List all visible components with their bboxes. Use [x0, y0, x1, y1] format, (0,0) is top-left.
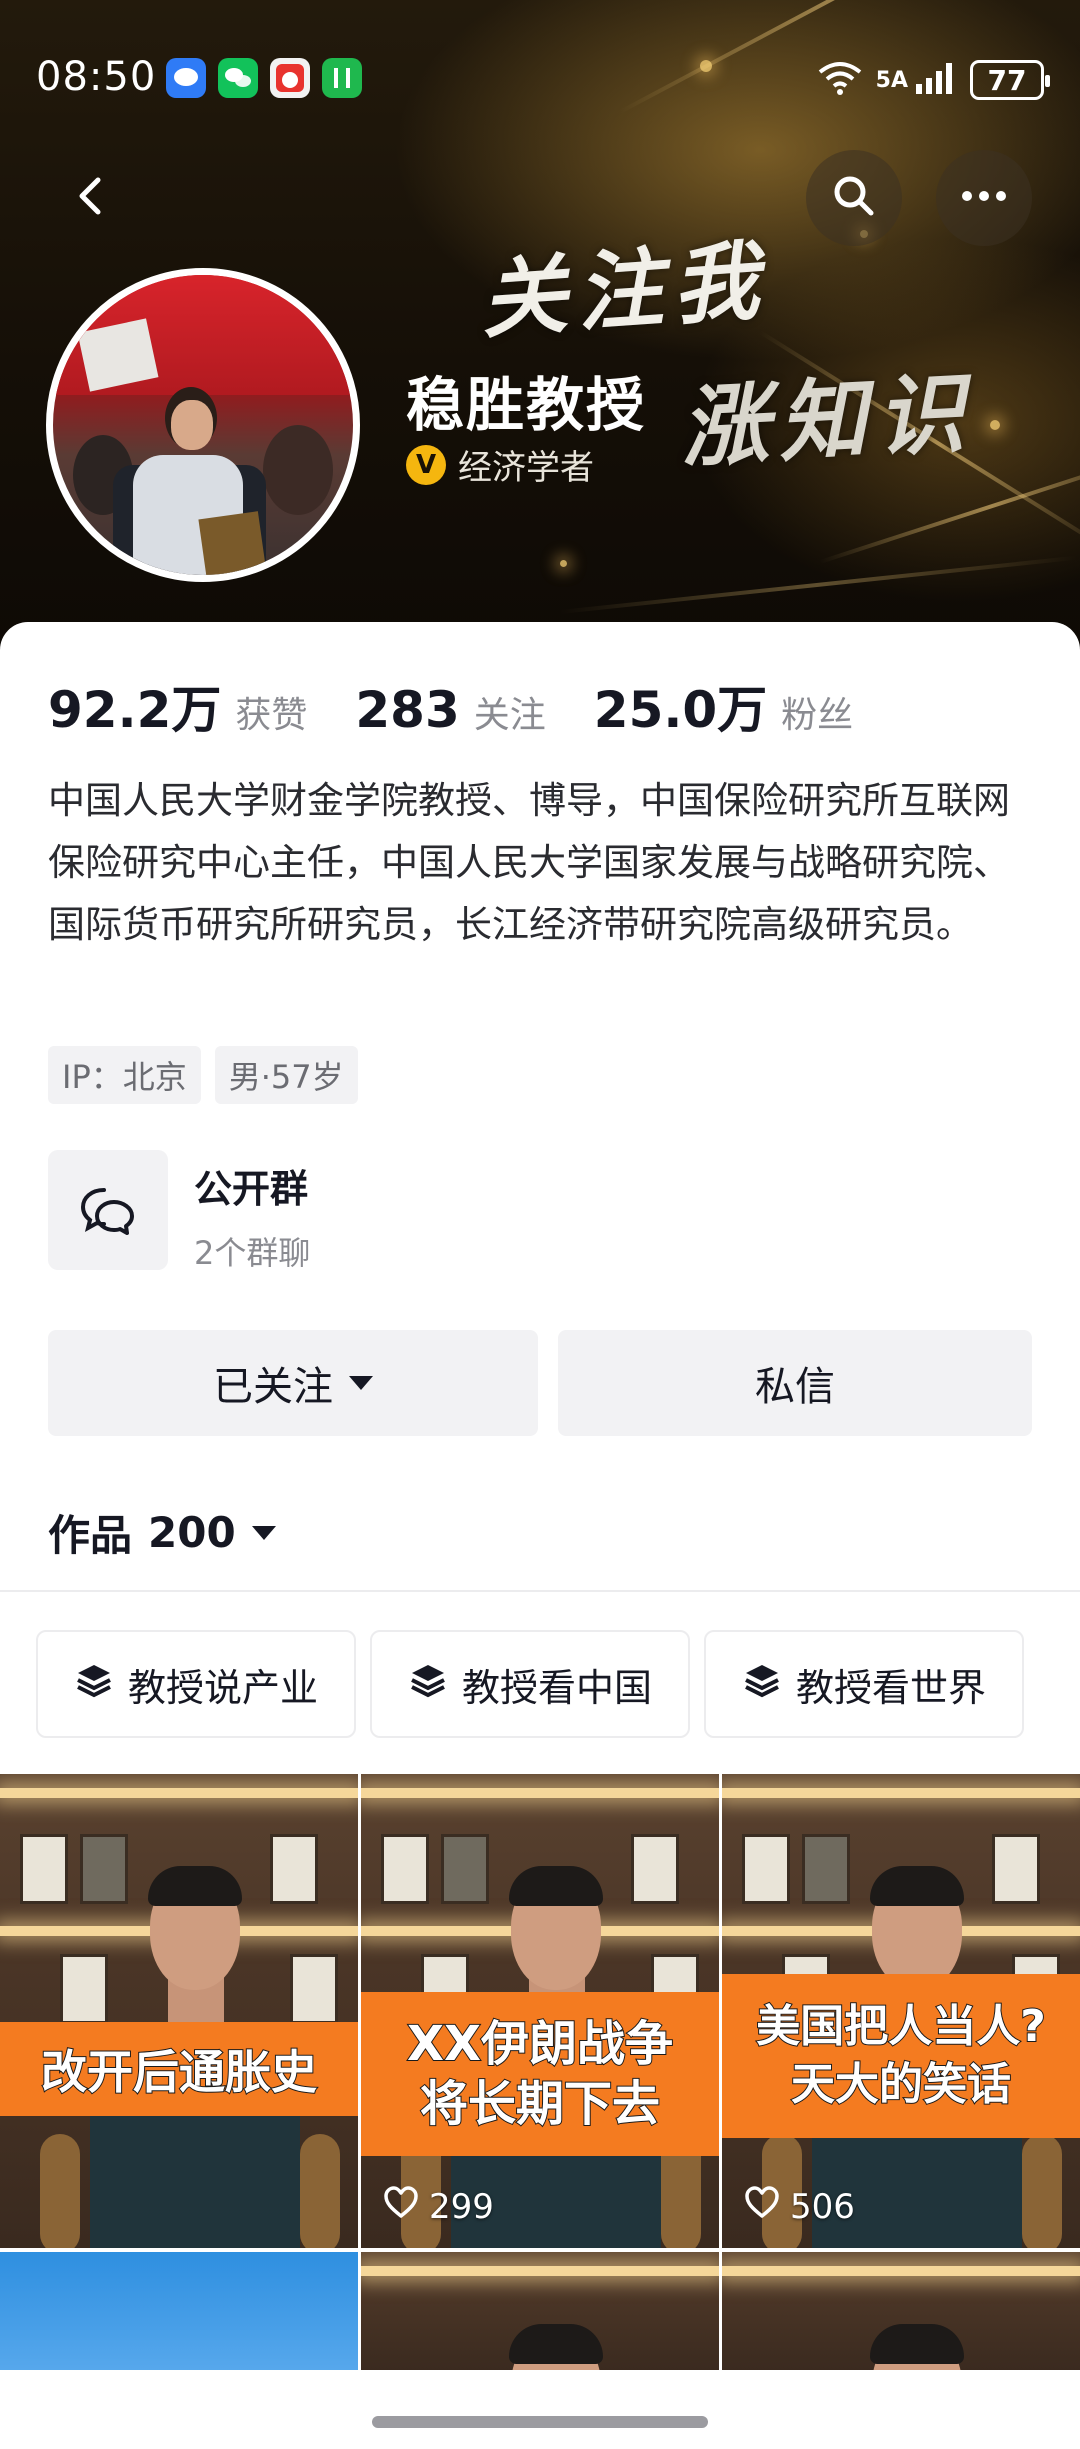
wechat-icon	[218, 58, 258, 98]
collection-label: 教授看中国	[461, 1665, 652, 1710]
verification-text: 经济学者	[458, 448, 594, 488]
avatar[interactable]	[46, 268, 360, 582]
video-thumbnail[interactable]	[361, 2252, 719, 2372]
stat-following-value: 283	[355, 681, 460, 739]
more-dots-icon	[959, 186, 1009, 210]
stat-followers[interactable]: 25.0万 粉丝	[594, 670, 853, 742]
video-likes: 299	[383, 2185, 494, 2228]
video-thumbnail[interactable]: XX伊朗战争 将长期下去 299	[361, 1774, 719, 2248]
stat-followers-label: 粉丝	[781, 695, 854, 736]
wifi-icon	[816, 60, 864, 100]
home-indicator[interactable]	[372, 2416, 708, 2428]
followed-button[interactable]: 已关注	[48, 1330, 538, 1436]
video-thumbnail[interactable]	[722, 2252, 1080, 2372]
stat-likes-value: 92.2万	[48, 681, 222, 739]
video-thumbnail[interactable]: 美国把人当人? 天大的笑话 506	[722, 1774, 1080, 2248]
collection-label: 教授看世界	[795, 1665, 986, 1710]
caret-down-icon	[251, 1525, 276, 1540]
public-group-entry[interactable]: 公开群 2个群聊	[48, 1150, 648, 1272]
sms-app-icon	[322, 58, 362, 98]
back-button[interactable]	[44, 150, 140, 246]
search-icon	[829, 171, 879, 225]
message-app-icon	[166, 58, 206, 98]
verification-row: V 经济学者	[406, 440, 594, 489]
collection-chip[interactable]: 教授看世界	[704, 1630, 1024, 1738]
battery-icon: 77	[970, 60, 1050, 100]
video-caption: XX伊朗战争 将长期下去	[361, 1992, 719, 2156]
stat-likes[interactable]: 92.2万 获赞	[48, 670, 307, 742]
collections-row: 教授说产业 教授看中国 教授看世界	[36, 1630, 1024, 1738]
banner-slogan-line2: 涨知识	[677, 360, 977, 480]
search-button[interactable]	[806, 150, 902, 246]
message-button[interactable]: 私信	[558, 1330, 1032, 1436]
heart-icon	[744, 2185, 780, 2228]
network-type: 5A	[875, 67, 908, 93]
layers-icon	[408, 1660, 448, 1709]
collection-chip[interactable]: 教授看中国	[370, 1630, 690, 1738]
status-time: 08:50	[36, 54, 157, 100]
works-label: 作品	[48, 1511, 133, 1560]
followed-label: 已关注	[213, 1364, 333, 1410]
video-caption: 改开后通胀史	[0, 2022, 358, 2116]
message-label: 私信	[755, 1364, 835, 1410]
collection-label: 教授说产业	[127, 1665, 318, 1710]
video-thumbnail[interactable]: 改开后通胀史	[0, 1774, 358, 2248]
video-thumbnail[interactable]	[0, 2252, 358, 2372]
profile-stats: 92.2万 获赞 283 关注 25.0万 粉丝	[48, 670, 901, 742]
shopping-app-icon	[270, 58, 310, 98]
profile-tags: IP：北京 男·57岁	[48, 1046, 358, 1104]
caret-down-icon	[349, 1376, 373, 1390]
collection-chip[interactable]: 教授说产业	[36, 1630, 356, 1738]
layers-icon	[742, 1660, 782, 1709]
video-caption: 美国把人当人? 天大的笑话	[722, 1974, 1080, 2138]
gender-age-tag: 男·57岁	[214, 1046, 358, 1104]
ip-location-tag: IP：北京	[48, 1046, 201, 1104]
heart-icon	[383, 2185, 419, 2228]
group-subtitle: 2个群聊	[194, 1234, 311, 1272]
stat-following-label: 关注	[473, 695, 546, 736]
layers-icon	[74, 1660, 114, 1709]
signal-icon	[914, 60, 958, 100]
profile-name: 稳胜教授	[406, 371, 647, 439]
video-likes: 506	[744, 2185, 855, 2228]
group-title: 公开群	[194, 1167, 309, 1211]
gesture-area	[0, 2370, 1080, 2449]
group-chat-icon	[48, 1150, 168, 1270]
status-bar: 08:50 5A 77	[0, 40, 1080, 120]
works-count: 200	[148, 1508, 236, 1557]
stat-followers-value: 25.0万	[593, 681, 768, 739]
chevron-left-icon	[68, 172, 116, 224]
banner-slogan-line1: 关注我	[477, 230, 772, 351]
works-tab[interactable]: 作品 200	[48, 1502, 276, 1563]
stat-following[interactable]: 283 关注	[355, 681, 545, 739]
more-button[interactable]	[936, 150, 1032, 246]
stat-likes-label: 获赞	[235, 695, 308, 736]
verified-badge-icon: V	[406, 444, 446, 485]
profile-bio: 中国人民大学财金学院教授、博导，中国保险研究所互联网保险研究中心主任，中国人民大…	[48, 779, 1010, 946]
video-likes-count: 506	[790, 2186, 855, 2227]
divider	[0, 1590, 1080, 1592]
video-likes-count: 299	[429, 2186, 494, 2227]
